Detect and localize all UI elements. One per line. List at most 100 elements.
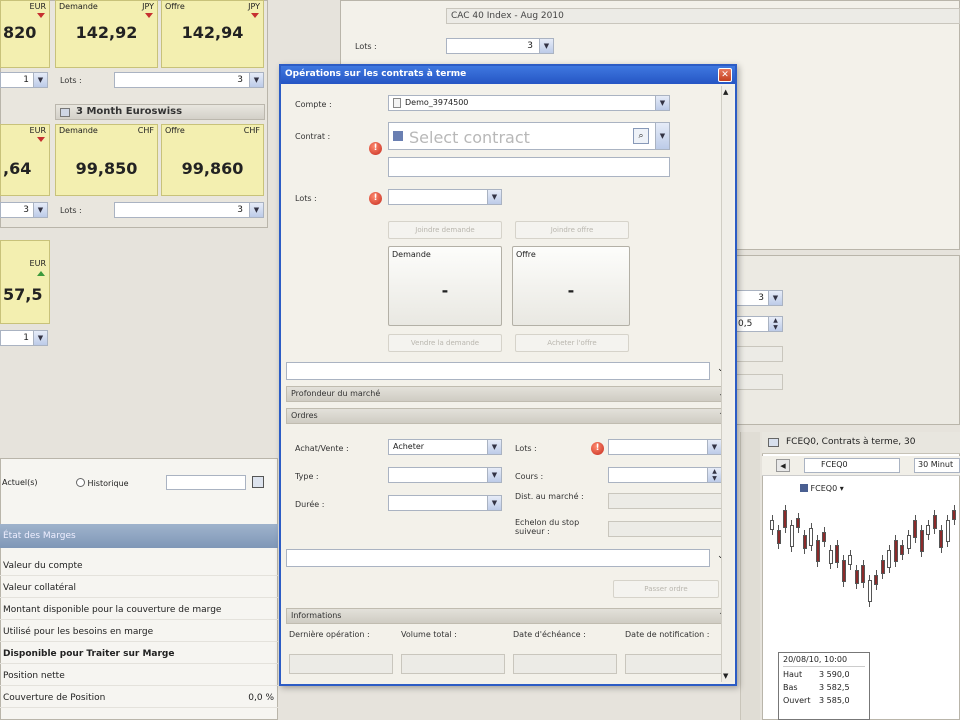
chart-title: FCEQ0, Contrats à terme, 30	[786, 437, 916, 447]
market-distance-field	[608, 493, 722, 509]
demand-tile-2[interactable]: Demande CHF 99,850	[55, 124, 158, 196]
offer-box-label: Offre	[516, 250, 536, 259]
account-label: Compte :	[295, 100, 332, 109]
duration-label: Durée :	[295, 500, 325, 509]
candle-body	[841, 560, 846, 582]
contract-description-field	[388, 157, 670, 177]
chevron-down-icon: ▼	[707, 440, 721, 454]
spinner-value: 0,5	[738, 319, 753, 329]
offer-box[interactable]: Offre -	[512, 246, 630, 326]
futures-dialog[interactable]: Opérations sur les contrats à terme ✕ Co…	[279, 64, 737, 686]
radio-current[interactable]: Actuel(s)	[2, 478, 38, 487]
margin-row: Disponible pour Traiter sur Marge	[0, 644, 278, 664]
scroll-up-icon[interactable]: ▲	[723, 88, 728, 96]
disabled-field-right-2	[735, 374, 783, 390]
radio-history[interactable]: Historique	[76, 478, 129, 488]
market-distance-label: Dist. au marché :	[515, 492, 584, 501]
duration-select[interactable]: ▼	[388, 495, 502, 511]
account-select[interactable]: Demo_3974500 ▼	[388, 95, 670, 111]
chart-tooltip: 20/08/10, 10:00 Haut 3 590,0 Bas 3 582,5 Ouv…	[778, 652, 870, 720]
type-select[interactable]: ▼	[388, 467, 502, 483]
demand-value: 99,850	[75, 159, 138, 178]
down-arrow-icon	[145, 13, 153, 18]
tooltip-rows: Haut 3 590,0 Bas 3 582,5 Ouvert 3 585,0	[783, 670, 865, 709]
radio-current-label: Actuel(s)	[2, 478, 38, 487]
chevron-down-icon: ▼	[487, 468, 501, 482]
lots-select-2[interactable]: 3 ▼	[114, 202, 264, 218]
grid-line	[740, 432, 760, 720]
offer-tile-2[interactable]: Offre CHF 99,860	[161, 124, 264, 196]
margin-row: Valeur du compte	[0, 556, 278, 576]
section-market-depth[interactable]: Profondeur du marché ⌄	[286, 386, 730, 402]
contract-icon	[393, 131, 403, 141]
chevron-down-icon: ▼	[487, 496, 501, 510]
lots-select-left-2[interactable]: 3 ▼	[0, 202, 48, 218]
quote-value: 820	[3, 23, 37, 42]
join-offer-button[interactable]: Joindre offre	[515, 221, 629, 239]
type-label: Type :	[295, 472, 319, 481]
interval-select[interactable]: 30 Minut	[914, 458, 960, 473]
info-column-field	[513, 654, 617, 674]
search-icon[interactable]: ⌕	[633, 128, 649, 144]
candle-body	[893, 540, 898, 562]
candle-body	[874, 575, 878, 585]
candle-body	[939, 530, 943, 548]
contract-placeholder: Select contract	[409, 128, 530, 147]
demand-tile[interactable]: Demande JPY 142,92	[55, 0, 158, 68]
candle-body	[945, 520, 950, 542]
offer-value: 142,94	[181, 23, 244, 42]
join-demand-button[interactable]: Joindre demande	[388, 221, 502, 239]
radio-circle-icon	[76, 478, 85, 487]
tooltip-row: Ouvert 3 585,0	[783, 696, 865, 709]
dialog-title-bar[interactable]: Opérations sur les contrats à terme ✕	[281, 66, 735, 84]
quote-tile-partial-2[interactable]: EUR ,64	[0, 124, 50, 196]
symbol-select[interactable]: FCEQ0	[804, 458, 900, 473]
lots-select-right[interactable]: 3 ▼	[735, 290, 783, 306]
currency: CHF	[137, 126, 154, 135]
lots-select-left-3[interactable]: 1 ▼	[0, 330, 48, 346]
candle-body	[789, 525, 794, 547]
nav-left-icon[interactable]: ◀	[776, 459, 790, 472]
quote-tile-partial-1[interactable]: EUR 820	[0, 0, 50, 68]
candlestick-chart	[764, 490, 960, 640]
order-lots-select[interactable]: ▼	[608, 439, 722, 455]
currency: EUR	[29, 2, 46, 11]
section-orders[interactable]: Ordres ⌃	[286, 408, 730, 424]
lots-select-bg[interactable]: 3 ▼	[446, 38, 554, 54]
margin-row-label: Utilisé pour les besoins en marge	[3, 627, 154, 637]
candle-body	[867, 580, 872, 602]
chevron-down-icon: ▼	[487, 190, 501, 204]
currency: EUR	[29, 259, 46, 268]
lots-select-1[interactable]: 3 ▼	[114, 72, 264, 88]
contract-select[interactable]: Select contract ⌕ ▼	[388, 122, 670, 150]
sell-demand-button[interactable]: Vendre la demande	[388, 334, 502, 352]
candle-body	[926, 525, 930, 535]
buy-sell-select[interactable]: Acheter ▼	[388, 439, 502, 455]
scroll-down-icon[interactable]: ▼	[723, 672, 728, 680]
offer-tile[interactable]: Offre JPY 142,94	[161, 0, 264, 68]
buy-sell-value: Acheter	[393, 442, 425, 451]
trailing-stop-field	[608, 521, 722, 537]
quote-tile-partial-3[interactable]: EUR 57,5	[0, 240, 50, 324]
dialog-scrollbar[interactable]: ▲ ▼	[721, 86, 733, 682]
demand-box[interactable]: Demande -	[388, 246, 502, 326]
quote-title-bar[interactable]: 3 Month Euroswiss	[55, 104, 265, 120]
section-information[interactable]: Informations ⌃	[286, 608, 730, 624]
place-order-button[interactable]: Passer ordre	[613, 580, 719, 598]
value-spinner-right[interactable]: 0,5 ▲ ▼	[735, 316, 783, 332]
close-icon[interactable]: ✕	[718, 68, 732, 82]
demand-label: Demande	[59, 126, 98, 135]
chevron-down-icon: ▼	[249, 203, 263, 217]
margin-row-label: Position nette	[3, 671, 65, 681]
date-field[interactable]	[166, 475, 246, 490]
margin-row-label: Valeur collatéral	[3, 583, 77, 593]
section-market-depth-label: Profondeur du marché	[291, 389, 381, 398]
error-icon: !	[591, 442, 604, 455]
lots-select[interactable]: ▼	[388, 189, 502, 205]
chart-title-bar[interactable]: FCEQ0, Contrats à terme, 30	[762, 432, 960, 454]
calendar-icon[interactable]	[252, 476, 264, 488]
margin-row: Couverture de Position 0,0 %	[0, 688, 278, 708]
lots-select-left[interactable]: 1 ▼	[0, 72, 48, 88]
price-spinner[interactable]: ▲ ▼	[608, 467, 722, 483]
buy-offer-button[interactable]: Acheter l'offre	[515, 334, 629, 352]
